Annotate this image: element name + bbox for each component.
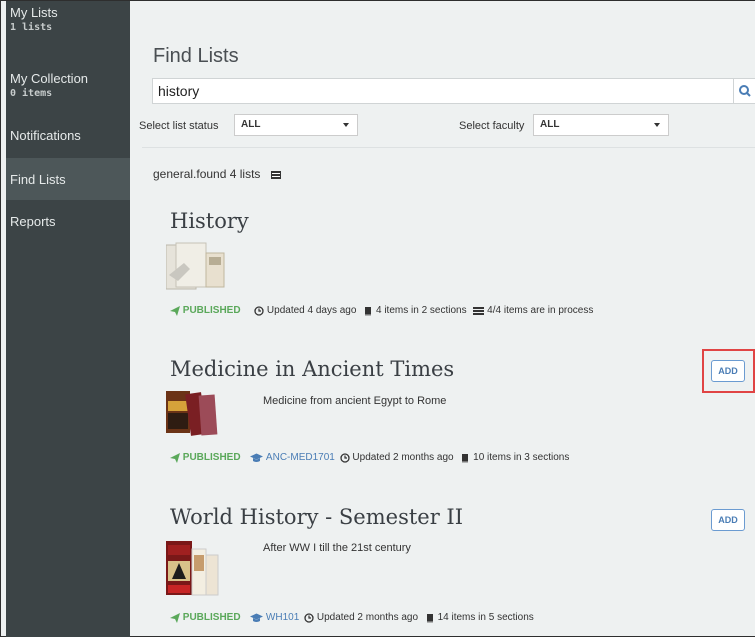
process-text: 4/4 items are in process <box>487 305 594 316</box>
tasks-icon <box>473 306 485 315</box>
search-icon <box>739 85 751 97</box>
list-description: Medicine from ancient Egypt to Rome <box>263 395 447 407</box>
main-content: Find Lists Select list status ALL Select… <box>130 1 755 637</box>
list-cover-thumbnail <box>165 241 226 296</box>
updated-text: Updated 4 days ago <box>266 305 357 316</box>
course-code-link[interactable]: WH101 <box>266 612 299 623</box>
sidebar-item-reports[interactable]: Reports <box>6 201 130 241</box>
results-count: general.found 4 lists <box>153 167 281 182</box>
sidebar-item-label: Find Lists <box>10 172 66 187</box>
list-meta: PUBLISHED ANC-MED1701 Updated 2 months a… <box>170 452 569 463</box>
results-count-text: general.found 4 lists <box>153 167 261 181</box>
status-filter-label: Select list status <box>139 120 219 132</box>
search-input[interactable] <box>158 82 728 100</box>
chevron-down-icon <box>654 123 660 127</box>
status-badge: PUBLISHED <box>182 452 241 463</box>
book-icon <box>365 306 372 315</box>
items-count: 14 items in 5 sections <box>437 612 534 623</box>
list-title[interactable]: Medicine in Ancient Times <box>170 357 454 381</box>
app-frame: My Lists 1 lists My Collection 0 items N… <box>0 0 755 637</box>
sidebar: My Lists 1 lists My Collection 0 items N… <box>6 1 130 637</box>
graduation-cap-icon <box>250 453 264 462</box>
divider <box>142 147 755 148</box>
sidebar-item-label: My Lists <box>10 5 58 20</box>
status-select-value: ALL <box>241 119 261 130</box>
chevron-down-icon <box>343 123 349 127</box>
sidebar-item-count: 0 items <box>10 88 53 99</box>
course-code-link[interactable]: ANC-MED1701 <box>266 452 335 463</box>
list-cover-thumbnail <box>166 541 226 602</box>
updated-text: Updated 2 months ago <box>316 612 419 623</box>
list-cover-thumbnail <box>166 387 226 442</box>
graduation-cap-icon <box>250 613 264 622</box>
sidebar-item-my-collection[interactable]: My Collection 0 items <box>6 71 130 109</box>
page-title: Find Lists <box>153 45 239 67</box>
clock-icon <box>254 305 264 316</box>
list-meta: PUBLISHED WH101 Updated 2 months ago 14 … <box>170 612 534 623</box>
search-button[interactable] <box>733 78 755 104</box>
add-button[interactable]: ADD <box>711 509 745 531</box>
list-title[interactable]: History <box>170 209 249 233</box>
paper-plane-icon <box>170 452 180 463</box>
sidebar-item-notifications[interactable]: Notifications <box>6 115 130 155</box>
items-count: 4 items in 2 sections <box>376 305 467 316</box>
list-view-icon[interactable] <box>270 168 281 182</box>
faculty-select[interactable]: ALL <box>533 114 669 136</box>
book-icon <box>426 613 433 622</box>
highlight-box <box>702 349 755 393</box>
sidebar-item-label: My Collection <box>10 71 89 86</box>
list-meta: PUBLISHED Updated 4 days ago 4 items in … <box>170 305 593 316</box>
paper-plane-icon <box>170 305 180 316</box>
list-title[interactable]: World History - Semester II <box>170 505 463 529</box>
faculty-select-value: ALL <box>540 119 560 130</box>
status-badge: PUBLISHED <box>182 305 241 316</box>
paper-plane-icon <box>170 612 180 623</box>
status-badge: PUBLISHED <box>182 612 241 623</box>
clock-icon <box>304 612 314 623</box>
sidebar-item-count: 1 lists <box>10 22 53 33</box>
items-count: 10 items in 3 sections <box>473 452 570 463</box>
sidebar-item-label: Reports <box>10 214 56 229</box>
status-select[interactable]: ALL <box>234 114 358 136</box>
clock-icon <box>339 452 350 463</box>
sidebar-item-find-lists[interactable]: Find Lists <box>6 158 130 200</box>
sidebar-item-label: Notifications <box>10 128 81 143</box>
list-description: After WW I till the 21st century <box>263 542 411 554</box>
faculty-filter-label: Select faculty <box>459 120 525 132</box>
book-icon <box>462 453 469 462</box>
sidebar-item-my-lists[interactable]: My Lists 1 lists <box>6 5 130 43</box>
search-bar <box>152 78 755 104</box>
updated-text: Updated 2 months ago <box>352 452 454 463</box>
